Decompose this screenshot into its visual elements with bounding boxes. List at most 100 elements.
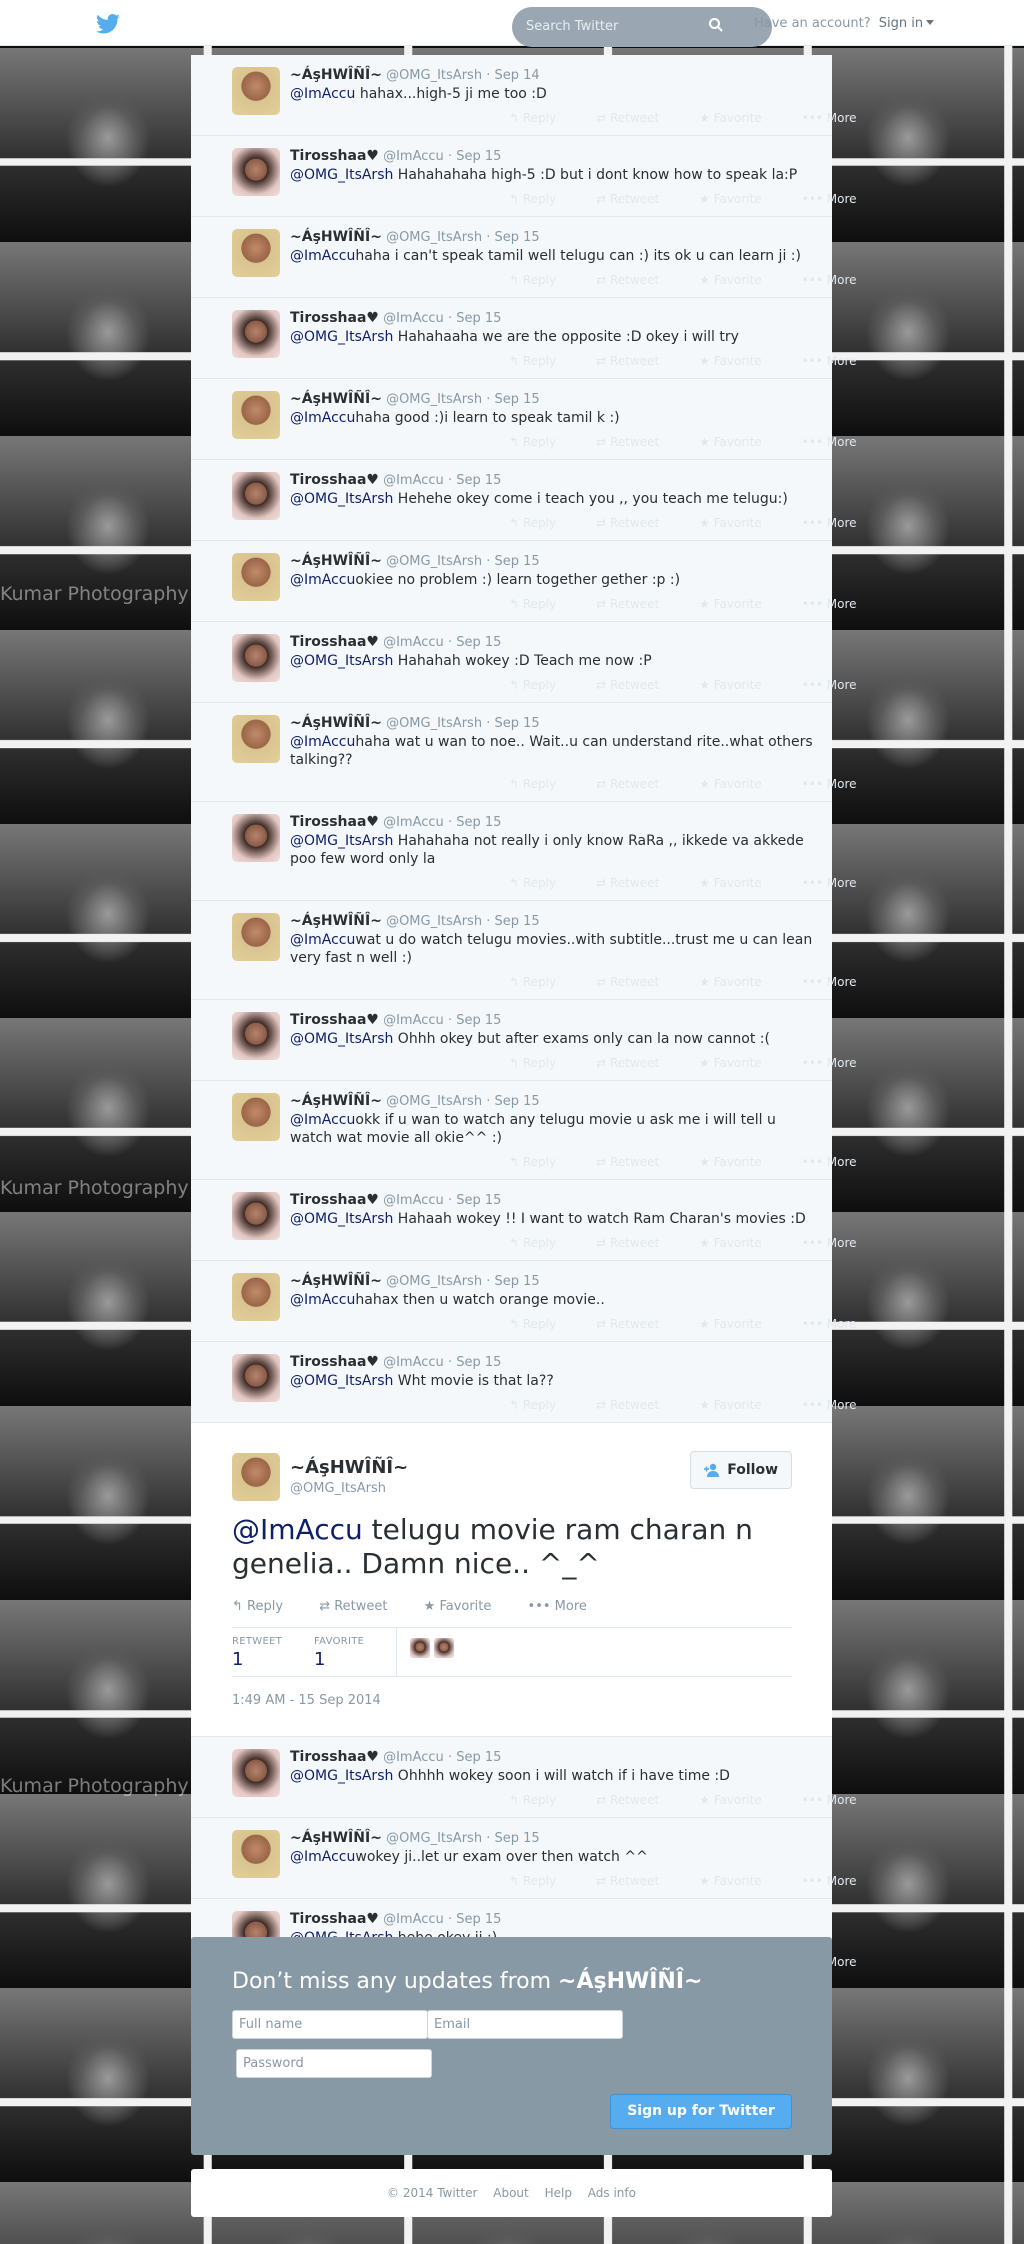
mention-link[interactable]: @OMG_ItsArsh xyxy=(290,1768,393,1784)
mention-link[interactable]: @ImAccu xyxy=(290,1292,355,1308)
avatar[interactable] xyxy=(232,1749,280,1797)
tweet-item[interactable]: ~ÁşHWÎÑÎ~ @OMG_ItsArsh · Sep 15 @ImAccuha… xyxy=(191,703,857,802)
favorite-action[interactable]: ★ Favorite xyxy=(699,111,782,125)
more-action[interactable]: ••• More xyxy=(528,1599,603,1614)
tweet-date[interactable]: · Sep 14 xyxy=(486,68,539,83)
author-name[interactable]: Tirosshaa♥ xyxy=(290,472,379,488)
mention-link[interactable]: @ImAccu xyxy=(290,1849,355,1865)
search-box[interactable]: Search Twitter xyxy=(512,7,772,47)
author-name[interactable]: Tirosshaa♥ xyxy=(290,310,379,326)
follow-button[interactable]: Follow xyxy=(690,1451,792,1489)
signup-button[interactable]: Sign up for Twitter xyxy=(610,2094,792,2129)
avatar[interactable] xyxy=(232,814,280,862)
favorite-action[interactable]: ★ Favorite xyxy=(699,876,782,890)
tweet-date[interactable]: · Sep 15 xyxy=(448,1013,501,1028)
mention-link[interactable]: @OMG_ItsArsh xyxy=(290,833,393,849)
retweet-action[interactable]: ⇄ Retweet xyxy=(596,876,679,890)
mention-link[interactable]: @ImAccu xyxy=(290,248,355,264)
favorite-action[interactable]: ★ Favorite xyxy=(699,435,782,449)
author-handle[interactable]: @ImAccu xyxy=(383,149,444,164)
author-name[interactable]: Tirosshaa♥ xyxy=(290,148,379,164)
mention-link[interactable]: @OMG_ItsArsh xyxy=(290,1031,393,1047)
more-action[interactable]: ••• More xyxy=(802,597,877,611)
mention-link[interactable]: @OMG_ItsArsh xyxy=(290,491,393,507)
tweet-item[interactable]: ~ÁşHWÎÑÎ~ @OMG_ItsArsh · Sep 15 @ImAccuok… xyxy=(191,541,857,622)
favorite-action[interactable]: ★ Favorite xyxy=(699,1874,782,1888)
author-handle[interactable]: @ImAccu xyxy=(383,1912,444,1927)
retweet-action[interactable]: ⇄ Retweet xyxy=(596,1317,679,1331)
author-name[interactable]: ~ÁşHWÎÑÎ~ xyxy=(290,1273,382,1289)
author-name[interactable]: Tirosshaa♥ xyxy=(290,1749,379,1765)
avatar[interactable] xyxy=(232,1354,280,1402)
tweet-date[interactable]: · Sep 15 xyxy=(486,1274,539,1289)
favorite-stat[interactable]: FAVORITE 1 xyxy=(314,1636,364,1670)
more-action[interactable]: ••• More xyxy=(802,1056,877,1070)
avatar[interactable] xyxy=(232,67,280,115)
about-link[interactable]: About xyxy=(493,2186,528,2200)
favorite-action[interactable]: ★ Favorite xyxy=(699,273,782,287)
author-handle[interactable]: @ImAccu xyxy=(383,815,444,830)
author-handle[interactable]: @OMG_ItsArsh xyxy=(290,1481,386,1496)
tweet-item[interactable]: Tirosshaa♥ @ImAccu · Sep 15 @OMG_ItsArsh … xyxy=(191,1342,857,1423)
tweet-item[interactable]: Tirosshaa♥ @ImAccu · Sep 15 @OMG_ItsArsh … xyxy=(191,136,857,217)
more-action[interactable]: ••• More xyxy=(802,192,877,206)
tweet-date[interactable]: · Sep 15 xyxy=(486,1831,539,1846)
reply-action[interactable]: ↰ Reply xyxy=(509,192,576,206)
tweet-date[interactable]: · Sep 15 xyxy=(486,1094,539,1109)
mention-link[interactable]: @OMG_ItsArsh xyxy=(290,1211,393,1227)
author-handle[interactable]: @OMG_ItsArsh xyxy=(386,392,482,407)
author-name[interactable]: Tirosshaa♥ xyxy=(290,1192,379,1208)
tweet-date[interactable]: · Sep 15 xyxy=(486,230,539,245)
more-action[interactable]: ••• More xyxy=(802,678,877,692)
retweet-action[interactable]: ⇄ Retweet xyxy=(596,597,679,611)
favorite-action[interactable]: ★ Favorite xyxy=(699,1155,782,1169)
tweet-item[interactable]: Tirosshaa♥ @ImAccu · Sep 15 @OMG_ItsArsh … xyxy=(191,298,857,379)
tweet-date[interactable]: · Sep 15 xyxy=(486,554,539,569)
tweet-item[interactable]: ~ÁşHWÎÑÎ~ @OMG_ItsArsh · Sep 15 @ImAccuok… xyxy=(191,1081,857,1180)
more-action[interactable]: ••• More xyxy=(802,516,877,530)
tweet-timestamp[interactable]: 1:49 AM - 15 Sep 2014 xyxy=(232,1693,381,1708)
favorite-action[interactable]: ★ Favorite xyxy=(699,354,782,368)
tweet-item[interactable]: ~ÁşHWÎÑÎ~ @OMG_ItsArsh · Sep 15 @ImAccuha… xyxy=(191,217,857,298)
tweet-date[interactable]: · Sep 15 xyxy=(448,1912,501,1927)
favorite-action[interactable]: ★ Favorite xyxy=(699,1398,782,1412)
retweet-action[interactable]: ⇄ Retweet xyxy=(596,1236,679,1250)
tweet-date[interactable]: · Sep 15 xyxy=(486,392,539,407)
mention-link[interactable]: @ImAccu xyxy=(290,410,355,426)
favorite-action[interactable]: ★ Favorite xyxy=(699,516,782,530)
author-handle[interactable]: @ImAccu xyxy=(383,1355,444,1370)
more-action[interactable]: ••• More xyxy=(802,777,877,791)
avatar[interactable] xyxy=(232,229,280,277)
favorite-action[interactable]: ★ Favorite xyxy=(699,1236,782,1250)
author-name[interactable]: Tirosshaa♥ xyxy=(290,634,379,650)
tweet-item[interactable]: ~ÁşHWÎÑÎ~ @OMG_ItsArsh · Sep 15 @ImAccuwa… xyxy=(191,901,857,1000)
author-handle[interactable]: @ImAccu xyxy=(383,1193,444,1208)
retweet-action[interactable]: ⇄ Retweet xyxy=(319,1599,403,1614)
mention-link[interactable]: @ImAccu xyxy=(290,734,355,750)
reply-action[interactable]: ↰ Reply xyxy=(509,1155,576,1169)
author-handle[interactable]: @ImAccu xyxy=(383,1750,444,1765)
mention-link[interactable]: @ImAccu xyxy=(232,1513,363,1546)
more-action[interactable]: ••• More xyxy=(802,876,877,890)
author-name[interactable]: Tirosshaa♥ xyxy=(290,1911,379,1927)
author-name[interactable]: ~ÁşHWÎÑÎ~ xyxy=(290,715,382,731)
mention-link[interactable]: @ImAccu xyxy=(290,572,355,588)
reply-action[interactable]: ↰ Reply xyxy=(509,876,576,890)
tweet-item[interactable]: Tirosshaa♥ @ImAccu · Sep 15 @OMG_ItsArsh … xyxy=(191,802,857,901)
more-action[interactable]: ••• More xyxy=(802,273,877,287)
tweet-date[interactable]: · Sep 15 xyxy=(448,473,501,488)
avatar[interactable] xyxy=(434,1638,454,1658)
reply-action[interactable]: ↰ Reply xyxy=(509,1056,576,1070)
author-handle[interactable]: @ImAccu xyxy=(383,635,444,650)
favorite-action[interactable]: ★ Favorite xyxy=(699,678,782,692)
author-name[interactable]: ~ÁşHWÎÑÎ~ xyxy=(290,391,382,407)
author-name[interactable]: ~ÁşHWÎÑÎ~ xyxy=(290,913,382,929)
favorite-action[interactable]: ★ Favorite xyxy=(699,192,782,206)
retweet-action[interactable]: ⇄ Retweet xyxy=(596,1874,679,1888)
author-name[interactable]: ~ÁşHWÎÑÎ~ xyxy=(290,1093,382,1109)
favorite-action[interactable]: ★ Favorite xyxy=(699,1793,782,1807)
favorite-action[interactable]: ★ Favorite xyxy=(699,777,782,791)
avatar[interactable] xyxy=(232,310,280,358)
avatar[interactable] xyxy=(232,913,280,961)
author-name[interactable]: ~ÁşHWÎÑÎ~ xyxy=(290,1830,382,1846)
